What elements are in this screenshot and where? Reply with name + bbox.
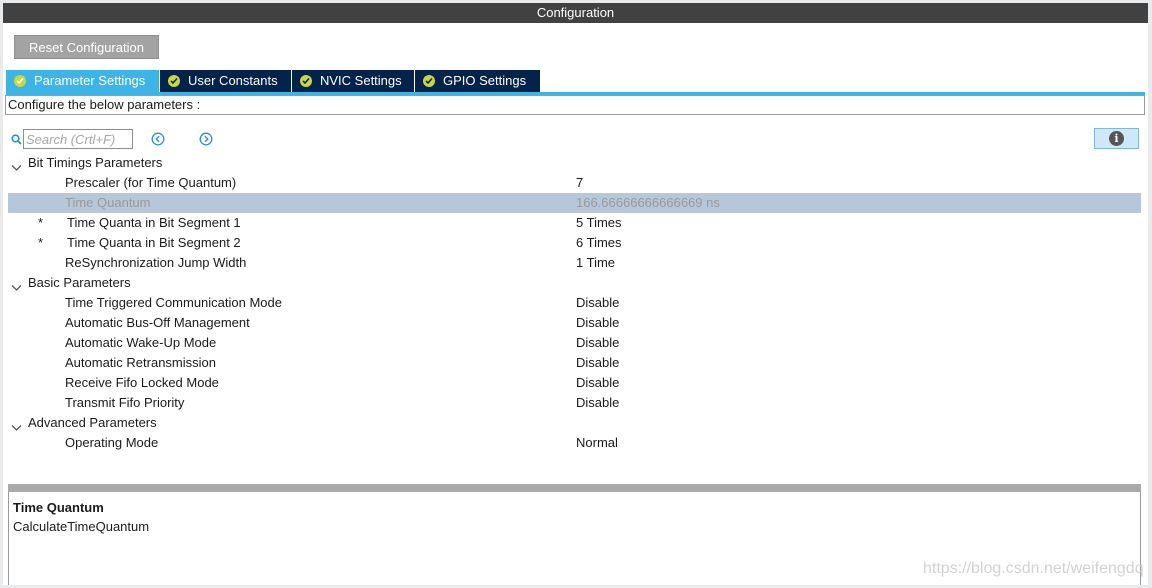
required-marker: * <box>38 215 44 230</box>
group-label: Advanced Parameters <box>28 415 157 430</box>
param-value: Disable <box>576 355 620 370</box>
param-row-time-quantum[interactable]: Time Quantum 166.66666666666669 ns <box>8 193 1141 213</box>
description-title: Time Quantum <box>13 500 104 515</box>
description-text: CalculateTimeQuantum <box>13 519 150 534</box>
tab-label: GPIO Settings <box>443 73 527 88</box>
param-label: Automatic Wake-Up Mode <box>65 335 217 350</box>
param-value: Disable <box>576 315 620 330</box>
tab-gpio-settings[interactable]: GPIO Settings <box>415 70 540 92</box>
param-label: Time Quanta in Bit Segment 1 <box>67 215 241 230</box>
watermark: https://blog.csdn.net/weifengdq <box>923 560 1144 577</box>
param-value: 7 <box>576 175 584 190</box>
window-title: Configuration <box>3 3 1148 23</box>
param-row-prescaler[interactable]: Prescaler (for Time Quantum) 7 <box>8 173 1141 193</box>
param-label: Transmit Fifo Priority <box>65 395 185 410</box>
search-icon <box>11 133 22 148</box>
tab-nvic-settings[interactable]: NVIC Settings <box>292 70 414 92</box>
param-value: Disable <box>576 295 620 310</box>
configuration-window: Configuration Reset Configuration Parame… <box>3 3 1148 585</box>
param-value: 6 Times <box>576 235 622 250</box>
tab-parameter-settings[interactable]: Parameter Settings <box>6 70 159 92</box>
param-value: 166.66666666666669 ns <box>576 195 720 210</box>
group-label: Basic Parameters <box>28 275 131 290</box>
param-label: Operating Mode <box>65 435 159 450</box>
param-row-tx-fifo-priority[interactable]: Transmit Fifo Priority Disable <box>8 393 1141 413</box>
param-label: Receive Fifo Locked Mode <box>65 375 219 390</box>
tab-label: Parameter Settings <box>34 73 146 88</box>
param-row-wake-up[interactable]: Automatic Wake-Up Mode Disable <box>8 333 1141 353</box>
tab-label: NVIC Settings <box>320 73 402 88</box>
param-label: Time Quanta in Bit Segment 2 <box>67 235 241 250</box>
search-input[interactable] <box>23 129 133 149</box>
param-value: Disable <box>576 375 620 390</box>
param-value: Normal <box>576 435 618 450</box>
param-row-bit-segment-2[interactable]: * Time Quanta in Bit Segment 2 6 Times <box>8 233 1141 253</box>
description-splitter[interactable] <box>8 484 1141 492</box>
param-row-time-triggered[interactable]: Time Triggered Communication Mode Disabl… <box>8 293 1141 313</box>
tab-label: User Constants <box>188 73 278 88</box>
param-label: ReSynchronization Jump Width <box>65 255 247 270</box>
param-value: 5 Times <box>576 215 622 230</box>
info-icon: i <box>1109 131 1124 146</box>
tab-user-constants[interactable]: User Constants <box>160 70 291 92</box>
check-icon <box>168 75 180 87</box>
info-button[interactable]: i <box>1094 128 1139 149</box>
search-previous-icon[interactable] <box>151 132 165 146</box>
param-row-bit-segment-1[interactable]: * Time Quanta in Bit Segment 1 5 Times <box>8 213 1141 233</box>
check-icon <box>423 75 435 87</box>
param-row-resync-jump-width[interactable]: ReSynchronization Jump Width 1 Time <box>8 253 1141 273</box>
param-value: Disable <box>576 395 620 410</box>
reset-configuration-button[interactable]: Reset Configuration <box>14 35 159 59</box>
param-row-bus-off[interactable]: Automatic Bus-Off Management Disable <box>8 313 1141 333</box>
check-icon <box>14 75 26 87</box>
param-label: Prescaler (for Time Quantum) <box>65 175 237 190</box>
group-label: Bit Timings Parameters <box>28 155 163 170</box>
param-label: Automatic Retransmission <box>65 355 216 370</box>
configure-prompt: Configure the below parameters : <box>5 95 1145 115</box>
param-row-rx-fifo-locked[interactable]: Receive Fifo Locked Mode Disable <box>8 373 1141 393</box>
param-row-retransmission[interactable]: Automatic Retransmission Disable <box>8 353 1141 373</box>
param-label: Time Quantum <box>65 195 151 210</box>
required-marker: * <box>38 235 44 250</box>
search-next-icon[interactable] <box>199 132 213 146</box>
param-value: Disable <box>576 335 620 350</box>
check-icon <box>300 75 312 87</box>
param-label: Time Triggered Communication Mode <box>65 295 282 310</box>
param-value: 1 Time <box>576 255 616 270</box>
param-row-operating-mode[interactable]: Operating Mode Normal <box>8 433 1141 453</box>
param-label: Automatic Bus-Off Management <box>65 315 250 330</box>
